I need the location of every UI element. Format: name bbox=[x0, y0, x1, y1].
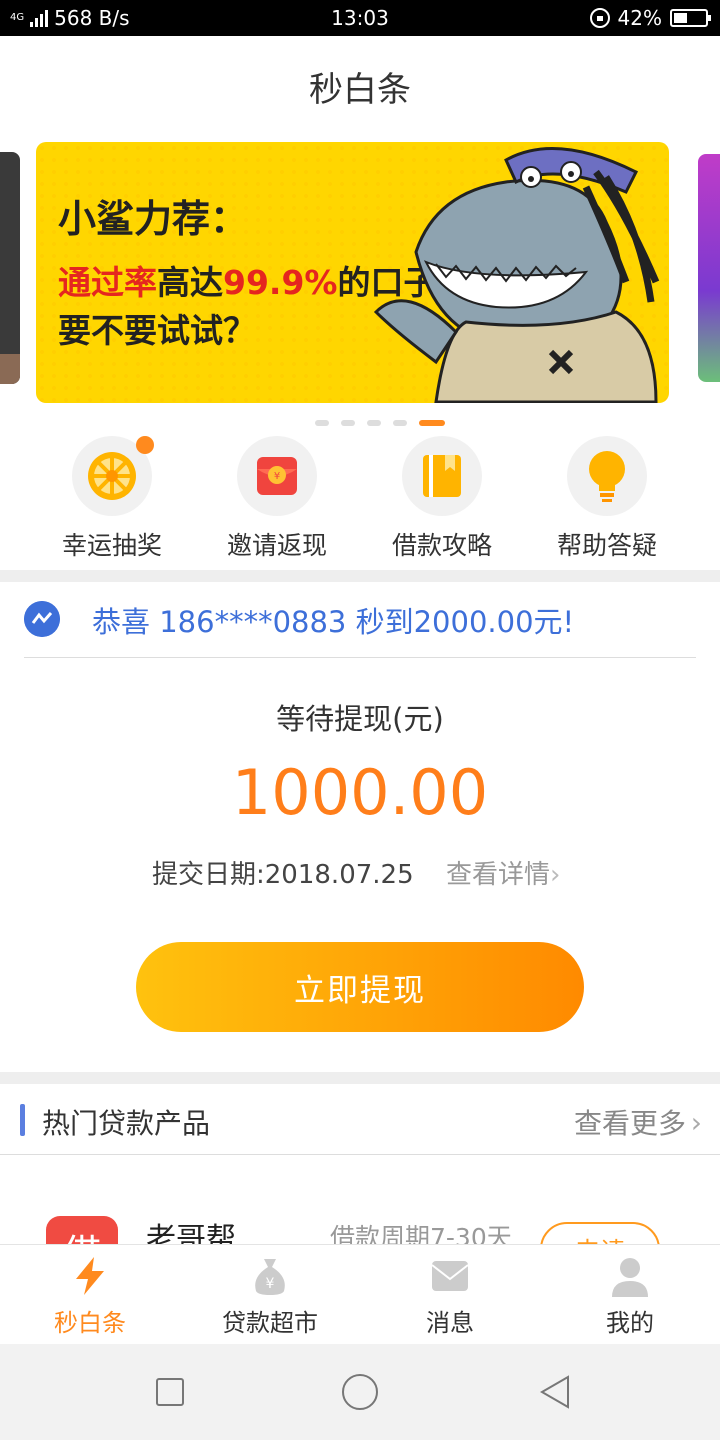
notice-bar[interactable]: 恭喜 186****0883 秒到2000.00元! bbox=[0, 585, 720, 657]
carousel-pager bbox=[0, 420, 720, 426]
chevron-right-icon: › bbox=[550, 860, 561, 890]
red-envelope-icon: ¥ bbox=[237, 436, 317, 516]
product-term: 借款周期7-30天 bbox=[330, 1223, 512, 1244]
wheel-icon bbox=[72, 436, 154, 516]
lightbulb-icon bbox=[567, 436, 647, 516]
apply-button[interactable]: 申请 bbox=[540, 1222, 660, 1244]
tab-label: 贷款超市 bbox=[222, 1309, 318, 1337]
section-divider bbox=[0, 570, 720, 582]
lightning-icon bbox=[70, 1255, 110, 1297]
product-logo: 借 bbox=[46, 1216, 118, 1244]
page-title: 秒白条 bbox=[309, 69, 411, 110]
pager-dot bbox=[367, 420, 381, 426]
section-title: 热门贷款产品 bbox=[42, 1107, 211, 1140]
divider bbox=[24, 657, 696, 658]
quick-action-invite[interactable]: ¥ 邀请返现 bbox=[207, 436, 347, 562]
svg-text:¥: ¥ bbox=[274, 471, 280, 482]
section-accent-bar bbox=[20, 1104, 25, 1136]
quick-action-label: 幸运抽奖 bbox=[61, 531, 162, 560]
quick-action-guide[interactable]: 借款攻略 bbox=[372, 436, 512, 562]
quick-action-help[interactable]: 帮助答疑 bbox=[537, 436, 677, 562]
svg-text:¥: ¥ bbox=[266, 1276, 275, 1292]
tab-me[interactable]: 我的 bbox=[540, 1245, 720, 1345]
tab-loan-market[interactable]: ¥ 贷款超市 bbox=[180, 1245, 360, 1345]
quick-action-label: 借款攻略 bbox=[391, 531, 492, 560]
chevron-right-icon: › bbox=[690, 1106, 702, 1139]
banner-prev-card[interactable] bbox=[0, 152, 20, 384]
notice-text: 恭喜 186****0883 秒到2000.00元! bbox=[92, 605, 575, 639]
battery-percent: 42% bbox=[617, 6, 662, 30]
withdraw-label: 等待提现(元) bbox=[276, 702, 444, 736]
notification-badge bbox=[136, 436, 154, 454]
pager-dot-active bbox=[419, 420, 445, 426]
hot-products-header: 热门贷款产品 查看更多 › bbox=[0, 1086, 720, 1154]
rotation-lock-icon bbox=[589, 8, 610, 28]
bottom-tab-bar: 秒白条 ¥ 贷款超市 消息 我的 bbox=[0, 1244, 720, 1344]
user-icon bbox=[610, 1255, 650, 1297]
system-nav-bar bbox=[0, 1344, 720, 1440]
withdraw-now-button[interactable]: 立即提现 bbox=[136, 942, 584, 1032]
withdraw-amount: 1000.00 bbox=[231, 756, 489, 829]
mail-icon bbox=[430, 1255, 470, 1297]
pager-dot bbox=[341, 420, 355, 426]
status-bar: 4G 568 B/s 13:03 42% bbox=[0, 0, 720, 36]
home-icon[interactable] bbox=[342, 1374, 378, 1410]
tab-home[interactable]: 秒白条 bbox=[0, 1245, 180, 1345]
banner-next-card[interactable] bbox=[698, 154, 720, 382]
quick-actions: 幸运抽奖 ¥ 邀请返现 借款攻略 帮助答疑 bbox=[0, 436, 720, 560]
divider bbox=[0, 1154, 720, 1155]
pager-dot bbox=[315, 420, 329, 426]
quick-action-label: 帮助答疑 bbox=[556, 531, 657, 560]
shark-mascot-icon bbox=[373, 146, 660, 403]
message-icon bbox=[24, 601, 60, 637]
battery-icon bbox=[670, 9, 711, 27]
quick-action-label: 邀请返现 bbox=[226, 531, 327, 560]
view-details-link[interactable]: 查看详情› bbox=[446, 854, 560, 891]
pager-dot bbox=[393, 420, 407, 426]
quick-action-lottery[interactable]: 幸运抽奖 bbox=[42, 436, 182, 562]
banner-headline: 小鲨力荐： bbox=[58, 197, 249, 241]
view-more-link[interactable]: 查看更多 bbox=[574, 1102, 686, 1142]
back-icon[interactable] bbox=[538, 1374, 572, 1410]
book-icon bbox=[402, 436, 482, 516]
recent-apps-icon[interactable] bbox=[156, 1378, 184, 1406]
money-bag-icon: ¥ bbox=[250, 1255, 290, 1297]
section-divider bbox=[0, 1072, 720, 1084]
product-name: 老哥帮 bbox=[146, 1222, 236, 1244]
tab-label: 秒白条 bbox=[54, 1309, 126, 1337]
banner-question: 要不要试试？ bbox=[58, 311, 256, 350]
promo-banner[interactable]: 小鲨力荐： 通过率高达99.9%的口子 要不要试试？ bbox=[36, 142, 669, 403]
tab-label: 我的 bbox=[606, 1309, 654, 1337]
tab-messages[interactable]: 消息 bbox=[360, 1245, 540, 1345]
tab-label: 消息 bbox=[426, 1309, 474, 1337]
product-card[interactable]: 借 老哥帮 借款周期7-30天 申请 bbox=[0, 1160, 720, 1244]
submit-date: 提交日期:2018.07.25 bbox=[152, 860, 414, 890]
